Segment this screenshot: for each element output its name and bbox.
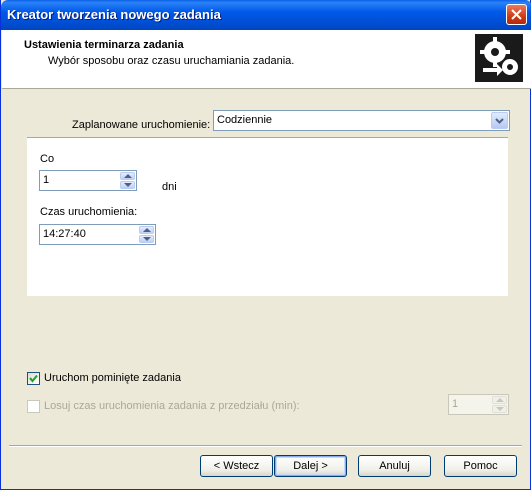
- arrow-up-icon: [124, 174, 132, 178]
- random-delay-down-button: [492, 405, 507, 413]
- random-delay-up-button: [492, 396, 507, 404]
- scheduled-task-gear-icon: [475, 34, 523, 82]
- random-delay-value: 1: [452, 398, 459, 410]
- arrow-up-icon: [143, 228, 151, 232]
- random-delay-spinner: 1: [448, 394, 509, 415]
- header-subtitle: Wybór sposobu oraz czasu uruchamiania za…: [48, 55, 295, 67]
- button-separator: [9, 445, 522, 447]
- start-time-down-button[interactable]: [139, 235, 154, 243]
- schedule-value: Codziennie: [217, 114, 273, 126]
- schedule-label: Zaplanowane uruchomienie:: [72, 119, 211, 131]
- close-icon: [511, 9, 522, 20]
- wizard-header: Ustawienia terminarza zadania Wybór spos…: [2, 30, 531, 89]
- start-time-value: 14:27:40: [43, 228, 86, 240]
- dropdown-button[interactable]: [491, 112, 508, 129]
- schedule-select[interactable]: Codziennie: [213, 110, 510, 131]
- start-time-picker[interactable]: 14:27:40: [39, 224, 156, 245]
- daily-settings-panel: Co 1 dni Czas uruchomienia: 14:27:40: [27, 137, 508, 296]
- every-label: Co: [40, 153, 55, 165]
- days-unit-label: dni: [162, 181, 177, 193]
- wizard-window: Kreator tworzenia nowego zadania Ustawie…: [0, 0, 531, 490]
- back-button[interactable]: < Wstecz: [200, 455, 273, 477]
- checkmark-icon: [29, 374, 38, 383]
- title-bar[interactable]: Kreator tworzenia nowego zadania: [1, 0, 531, 30]
- random-delay-checkbox: [27, 400, 40, 413]
- wizard-content: Zaplanowane uruchomienie: Codziennie Co …: [2, 89, 531, 445]
- cancel-button[interactable]: Anuluj: [358, 455, 431, 477]
- run-missed-checkbox[interactable]: [27, 372, 40, 385]
- arrow-down-icon: [143, 237, 151, 241]
- close-button[interactable]: [506, 4, 527, 25]
- next-button[interactable]: Dalej >: [274, 455, 347, 477]
- every-days-down-button[interactable]: [120, 181, 135, 189]
- start-time-label: Czas uruchomienia:: [40, 206, 138, 218]
- window-title: Kreator tworzenia nowego zadania: [7, 7, 221, 22]
- arrow-up-icon: [496, 398, 504, 402]
- every-days-spinner[interactable]: 1: [39, 170, 137, 191]
- header-title: Ustawienia terminarza zadania: [24, 39, 184, 51]
- arrow-down-icon: [124, 183, 132, 187]
- every-days-value: 1: [43, 174, 50, 186]
- chevron-down-icon: [495, 118, 504, 124]
- start-time-up-button[interactable]: [139, 226, 154, 234]
- run-missed-label: Uruchom pominięte zadania: [44, 372, 181, 384]
- arrow-down-icon: [496, 407, 504, 411]
- random-delay-label: Losuj czas uruchomienia zadania z przedz…: [44, 400, 300, 412]
- every-days-up-button[interactable]: [120, 172, 135, 180]
- help-button[interactable]: Pomoc: [444, 455, 517, 477]
